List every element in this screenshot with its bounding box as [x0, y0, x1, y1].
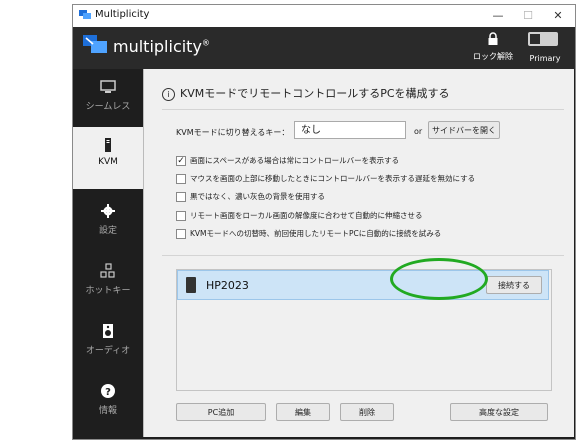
or-label: or	[414, 127, 423, 136]
kvm-panel: i KVMモードでリモートコントロールするPCを構成する KVMモードに切り替える…	[143, 69, 574, 437]
hotkey-icon	[100, 263, 115, 278]
switch-key-label: KVMモードに切り替えるキー：	[176, 128, 290, 137]
multiplicity-logo-icon	[83, 35, 107, 53]
pc-tower-icon	[105, 138, 111, 152]
sidebar-item-settings[interactable]: 設定	[73, 193, 143, 251]
sidebar-item-label: KVM	[98, 157, 118, 167]
maximize-button[interactable]: ☐	[515, 7, 541, 25]
app-header: multiplicity® ロック解除 Primary	[73, 27, 575, 69]
window-title: Multiplicity	[95, 9, 150, 20]
checkbox[interactable]	[176, 211, 186, 221]
sidebar-item-audio[interactable]: オーディオ	[73, 313, 143, 371]
sidebar-item-label: 情報	[98, 406, 117, 416]
monitor-icon	[100, 80, 116, 93]
list-item[interactable]: HP2023 接続する	[177, 270, 549, 300]
checkbox-checked[interactable]: ✓	[176, 156, 186, 166]
primary-toggle[interactable]	[528, 32, 558, 46]
pc-tower-icon	[186, 277, 196, 293]
checkbox[interactable]	[176, 192, 186, 202]
svg-text:?: ?	[105, 387, 111, 398]
option-disable-delay[interactable]: マウスを画面の上部に移動したときにコントロールバーを表示する遅延を無効にする	[176, 173, 475, 186]
close-button[interactable]: ✕	[545, 7, 571, 25]
connect-button[interactable]: 接続する	[486, 276, 542, 294]
brand-name: multiplicity®	[113, 37, 210, 56]
title-bar: Multiplicity — ☐ ✕	[73, 5, 575, 27]
sidebar-item-label: 設定	[98, 226, 117, 236]
sidebar-item-label: ホットキー	[85, 286, 131, 296]
minimize-button[interactable]: —	[485, 7, 511, 25]
highlight-ring	[390, 258, 488, 300]
option-auto-scale[interactable]: リモート画面をローカル画面の解像度に合わせて自動的に伸縮させる	[176, 210, 423, 223]
primary-label: Primary	[529, 54, 561, 63]
info-icon: i	[162, 87, 175, 101]
sidebar-item-label: シームレス	[85, 102, 131, 112]
sidebar-item-kvm[interactable]: KVM	[73, 127, 143, 189]
sidebar: シームレス KVM 設定 ホットキー オーディオ ? 情報	[73, 69, 143, 439]
page-title: i KVMモードでリモートコントロールするPCを構成する	[162, 85, 450, 101]
divider	[162, 109, 564, 110]
option-show-control-bar[interactable]: ✓ 画面にスペースがある場合は常にコントロールバーを表示する	[176, 155, 399, 168]
unlock-label: ロック解除	[473, 52, 513, 61]
divider	[162, 255, 564, 256]
delete-button[interactable]: 削除	[340, 403, 394, 421]
sidebar-item-label: オーディオ	[85, 346, 131, 356]
open-sidebar-button[interactable]: サイドバーを開く	[428, 121, 500, 139]
option-auto-connect[interactable]: KVMモードへの切替時、前回使用したリモートPCに自動的に接続を試みる	[176, 228, 441, 241]
gear-icon	[101, 204, 115, 218]
pc-list: HP2023 接続する	[176, 269, 552, 391]
sidebar-item-seamless[interactable]: シームレス	[73, 69, 143, 127]
sidebar-item-hotkeys[interactable]: ホットキー	[73, 253, 143, 311]
switch-key-input[interactable]: なし	[294, 121, 406, 139]
pc-name: HP2023	[206, 279, 249, 292]
app-window: Multiplicity — ☐ ✕ multiplicity® ロック解除 P…	[72, 4, 576, 440]
checkbox[interactable]	[176, 174, 186, 184]
speaker-icon	[103, 324, 113, 338]
advanced-settings-button[interactable]: 高度な設定	[450, 403, 548, 421]
unlock-button[interactable]: ロック解除	[473, 31, 513, 62]
help-icon: ?	[101, 384, 115, 398]
lock-icon	[488, 32, 498, 45]
sidebar-item-info[interactable]: ? 情報	[73, 373, 143, 431]
edit-button[interactable]: 編集	[276, 403, 330, 421]
checkbox[interactable]	[176, 229, 186, 239]
option-dark-gray-background[interactable]: 黒ではなく、濃い灰色の背景を使用する	[176, 191, 325, 204]
add-pc-button[interactable]: PC追加	[176, 403, 266, 421]
app-icon	[79, 10, 91, 19]
